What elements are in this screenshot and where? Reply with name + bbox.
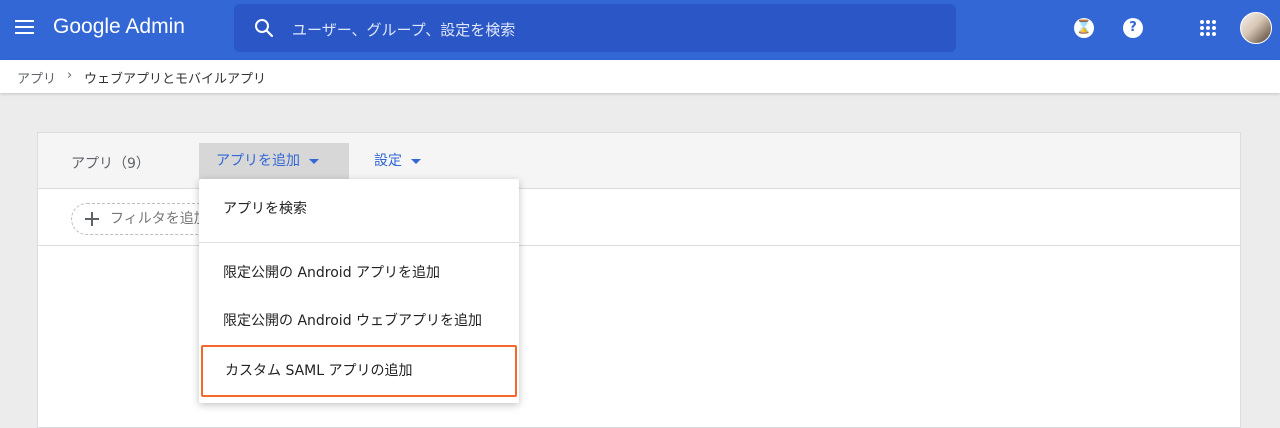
menu-item-add-custom-saml-app[interactable]: カスタム SAML アプリの追加 (201, 345, 517, 397)
google-admin-logo[interactable]: Google Admin (53, 15, 185, 39)
dropdown-caret-icon (309, 158, 319, 164)
plus-icon (85, 212, 99, 226)
search-input[interactable]: ユーザー、グループ、設定を検索 (292, 19, 515, 40)
settings-label: 設定 (374, 153, 402, 169)
add-app-button[interactable]: アプリを追加 (199, 143, 349, 180)
menu-item-add-private-android-app[interactable]: 限定公開の Android アプリを追加 (199, 258, 519, 288)
dropdown-caret-icon (411, 158, 421, 164)
apps-count: アプリ（9） (71, 156, 150, 172)
search-icon[interactable] (254, 18, 274, 38)
help-icon[interactable]: ? (1123, 18, 1143, 38)
breadcrumb-apps-link[interactable]: アプリ (17, 68, 56, 87)
add-app-dropdown-menu: アプリを検索 限定公開の Android アプリを追加 限定公開の Androi… (199, 179, 519, 403)
search-bar[interactable]: ユーザー、グループ、設定を検索 (234, 4, 956, 52)
apps-grid-icon[interactable] (1200, 20, 1216, 36)
top-app-bar: Google Admin ユーザー、グループ、設定を検索 ⌛ ? (0, 0, 1280, 60)
breadcrumb: アプリ › ウェブアプリとモバイルアプリ (0, 60, 1280, 93)
menu-item-search-apps[interactable]: アプリを検索 (199, 194, 519, 224)
add-filter-label: フィルタを追加 (110, 211, 208, 227)
menu-divider (199, 242, 519, 243)
menu-item-add-private-android-web-app[interactable]: 限定公開の Android ウェブアプリを追加 (199, 306, 519, 336)
breadcrumb-current-page: ウェブアプリとモバイルアプリ (84, 72, 267, 87)
settings-button[interactable]: 設定 (374, 143, 421, 180)
avatar[interactable] (1240, 12, 1272, 44)
add-app-label: アプリを追加 (216, 153, 300, 169)
menu-icon[interactable] (15, 20, 34, 34)
breadcrumb-separator: › (67, 68, 73, 83)
hourglass-icon[interactable]: ⌛ (1074, 18, 1094, 38)
